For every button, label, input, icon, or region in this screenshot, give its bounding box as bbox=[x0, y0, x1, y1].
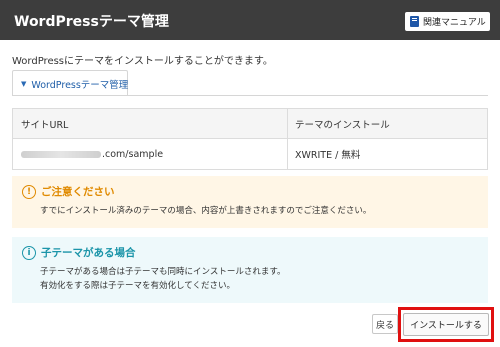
info-notice: i 子テーマがある場合 子テーマがある場合は子テーマも同時にインストールされます… bbox=[12, 237, 488, 303]
page-header: WordPressテーマ管理 関連マニュアル bbox=[0, 0, 500, 40]
info-title: 子テーマがある場合 bbox=[41, 247, 136, 259]
page-title: WordPressテーマ管理 bbox=[14, 14, 169, 30]
info-icon: i bbox=[22, 245, 36, 260]
tab-wordpress-theme[interactable]: ▼ WordPressテーマ管理 bbox=[12, 70, 128, 96]
book-icon bbox=[410, 16, 419, 27]
theme-cell: XWRITE / 無料 bbox=[295, 150, 361, 161]
exclamation-icon: ! bbox=[22, 184, 36, 199]
table-row: .com/sample XWRITE / 無料 bbox=[13, 139, 487, 169]
chevron-down-icon: ▼ bbox=[21, 79, 27, 88]
redacted-domain bbox=[21, 150, 101, 158]
warning-title: ご注意ください bbox=[41, 186, 115, 198]
table-header-row: サイトURL テーマのインストール bbox=[13, 109, 487, 139]
info-line: 有効化をする際は子テーマを有効化してください。 bbox=[40, 281, 235, 291]
highlight-box bbox=[398, 307, 494, 342]
warning-body: すでにインストール済みのテーマの場合、内容が上書きされますのでご注意ください。 bbox=[40, 206, 372, 216]
info-line: 子テーマがある場合は子テーマも同時にインストールされます。 bbox=[40, 267, 286, 277]
column-header-site-url: サイトURL bbox=[13, 109, 288, 138]
tab-label: WordPressテーマ管理 bbox=[31, 79, 129, 91]
back-button[interactable]: 戻る bbox=[372, 314, 398, 334]
page-description: WordPressにテーマをインストールすることができます。 bbox=[12, 56, 273, 67]
site-url-suffix: .com/sample bbox=[102, 148, 164, 160]
related-manual-button[interactable]: 関連マニュアル bbox=[405, 12, 490, 31]
warning-notice: ! ご注意ください すでにインストール済みのテーマの場合、内容が上書きされますの… bbox=[12, 176, 488, 228]
theme-table: サイトURL テーマのインストール .com/sample XWRITE / 無… bbox=[12, 108, 488, 170]
site-url-cell: .com/sample bbox=[13, 139, 288, 169]
column-header-theme-install: テーマのインストール bbox=[295, 119, 390, 131]
related-manual-label: 関連マニュアル bbox=[423, 18, 486, 28]
tab-divider bbox=[12, 95, 488, 96]
